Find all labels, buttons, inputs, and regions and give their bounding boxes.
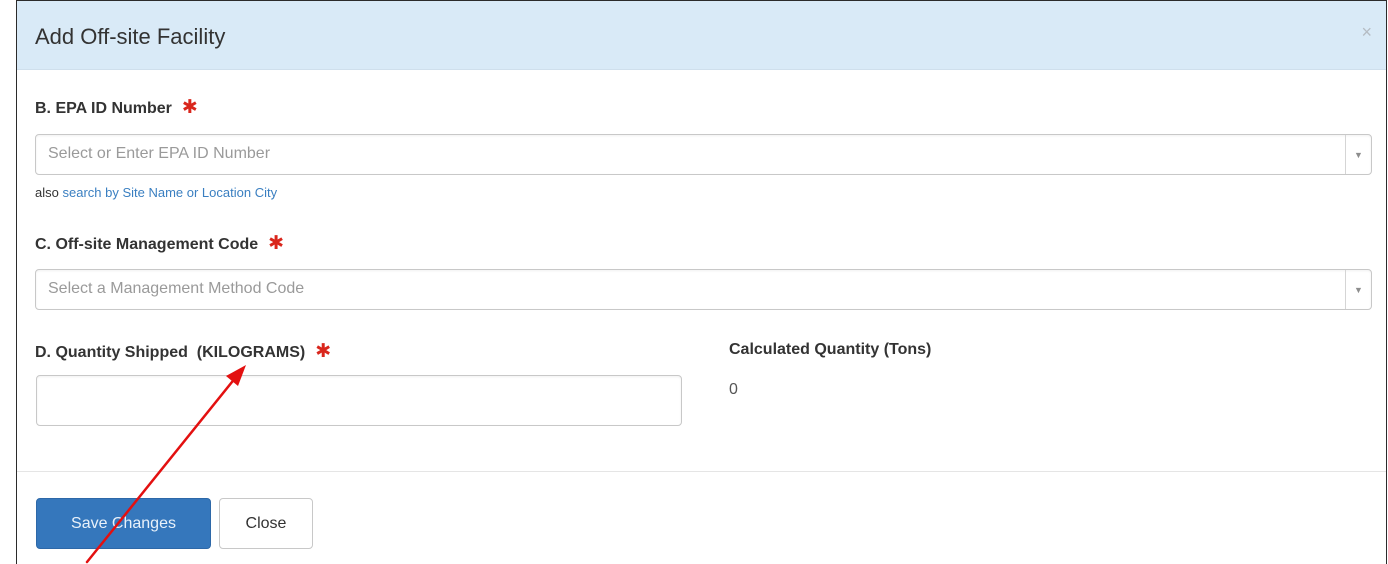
close-button[interactable]: Close xyxy=(219,498,313,549)
mgmt-code-select[interactable]: Select a Management Method Code ▼ xyxy=(35,269,1372,310)
chevron-down-icon[interactable]: ▼ xyxy=(1345,135,1371,174)
mgmt-code-label-text: C. Off-site Management Code xyxy=(35,236,259,253)
modal-title: Add Off-site Facility xyxy=(35,24,226,49)
mgmt-code-placeholder: Select a Management Method Code xyxy=(48,280,305,297)
calculated-quantity-value: 0 xyxy=(729,381,738,398)
epa-id-helper-text: also search by Site Name or Location Cit… xyxy=(35,186,277,199)
footer-divider xyxy=(17,471,1386,472)
quantity-label-text: D. Quantity Shipped (KILOGRAMS) xyxy=(35,344,306,361)
required-asterisk-icon: ✱ xyxy=(268,233,285,254)
helper-prefix: also xyxy=(35,185,59,200)
required-asterisk-icon: ✱ xyxy=(181,97,198,118)
mgmt-code-label: C. Off-site Management Code ✱ xyxy=(35,234,284,253)
epa-id-label-text: B. EPA ID Number xyxy=(35,100,172,117)
epa-id-placeholder: Select or Enter EPA ID Number xyxy=(48,145,271,162)
quantity-label: D. Quantity Shipped (KILOGRAMS) ✱ xyxy=(35,342,331,361)
modal-header: Add Off-site Facility × xyxy=(17,1,1386,70)
epa-id-label: B. EPA ID Number ✱ xyxy=(35,98,198,117)
epa-id-select[interactable]: Select or Enter EPA ID Number ▼ xyxy=(35,134,1372,175)
close-icon[interactable]: × xyxy=(1361,23,1372,41)
quantity-input[interactable] xyxy=(36,375,682,426)
add-offsite-facility-modal: Add Off-site Facility × B. EPA ID Number… xyxy=(16,0,1387,564)
calculated-quantity-label: Calculated Quantity (Tons) xyxy=(729,341,932,358)
search-by-site-name-link[interactable]: search by Site Name or Location City xyxy=(62,185,277,200)
required-asterisk-icon: ✱ xyxy=(315,341,332,362)
chevron-down-icon[interactable]: ▼ xyxy=(1345,270,1371,309)
save-changes-button[interactable]: Save Changes xyxy=(36,498,211,549)
